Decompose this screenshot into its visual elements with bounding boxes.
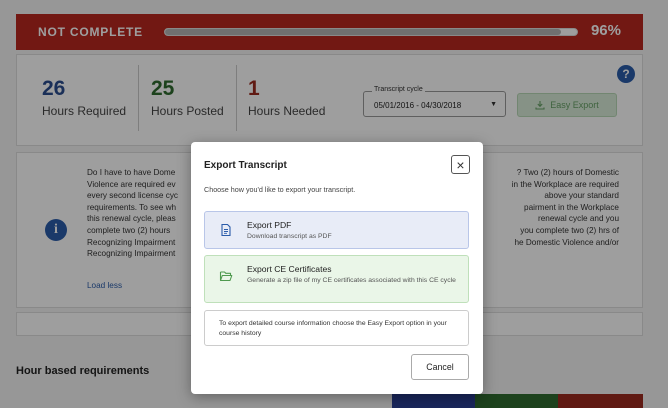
export-ce-certificates-option[interactable]: Export CE Certificates Generate a zip fi… xyxy=(204,255,469,303)
option-title: Export CE Certificates xyxy=(247,264,332,274)
close-icon[interactable]: × xyxy=(451,155,470,174)
option-description: Download transcript as PDF xyxy=(247,233,332,240)
export-pdf-option[interactable]: Export PDF Download transcript as PDF xyxy=(204,211,469,249)
export-transcript-dialog: Export Transcript × Choose how you'd lik… xyxy=(191,142,483,394)
dialog-title: Export Transcript xyxy=(204,160,287,171)
option-title: Export PDF xyxy=(247,220,292,230)
document-icon xyxy=(221,223,231,237)
easy-export-note: To export detailed course information ch… xyxy=(204,310,469,346)
folder-open-icon xyxy=(219,271,233,282)
note-text: To export detailed course information ch… xyxy=(219,320,447,337)
cancel-button[interactable]: Cancel xyxy=(411,354,469,380)
dialog-subtitle: Choose how you'd like to export your tra… xyxy=(204,185,356,194)
option-description: Generate a zip file of my CE certificate… xyxy=(247,277,456,284)
